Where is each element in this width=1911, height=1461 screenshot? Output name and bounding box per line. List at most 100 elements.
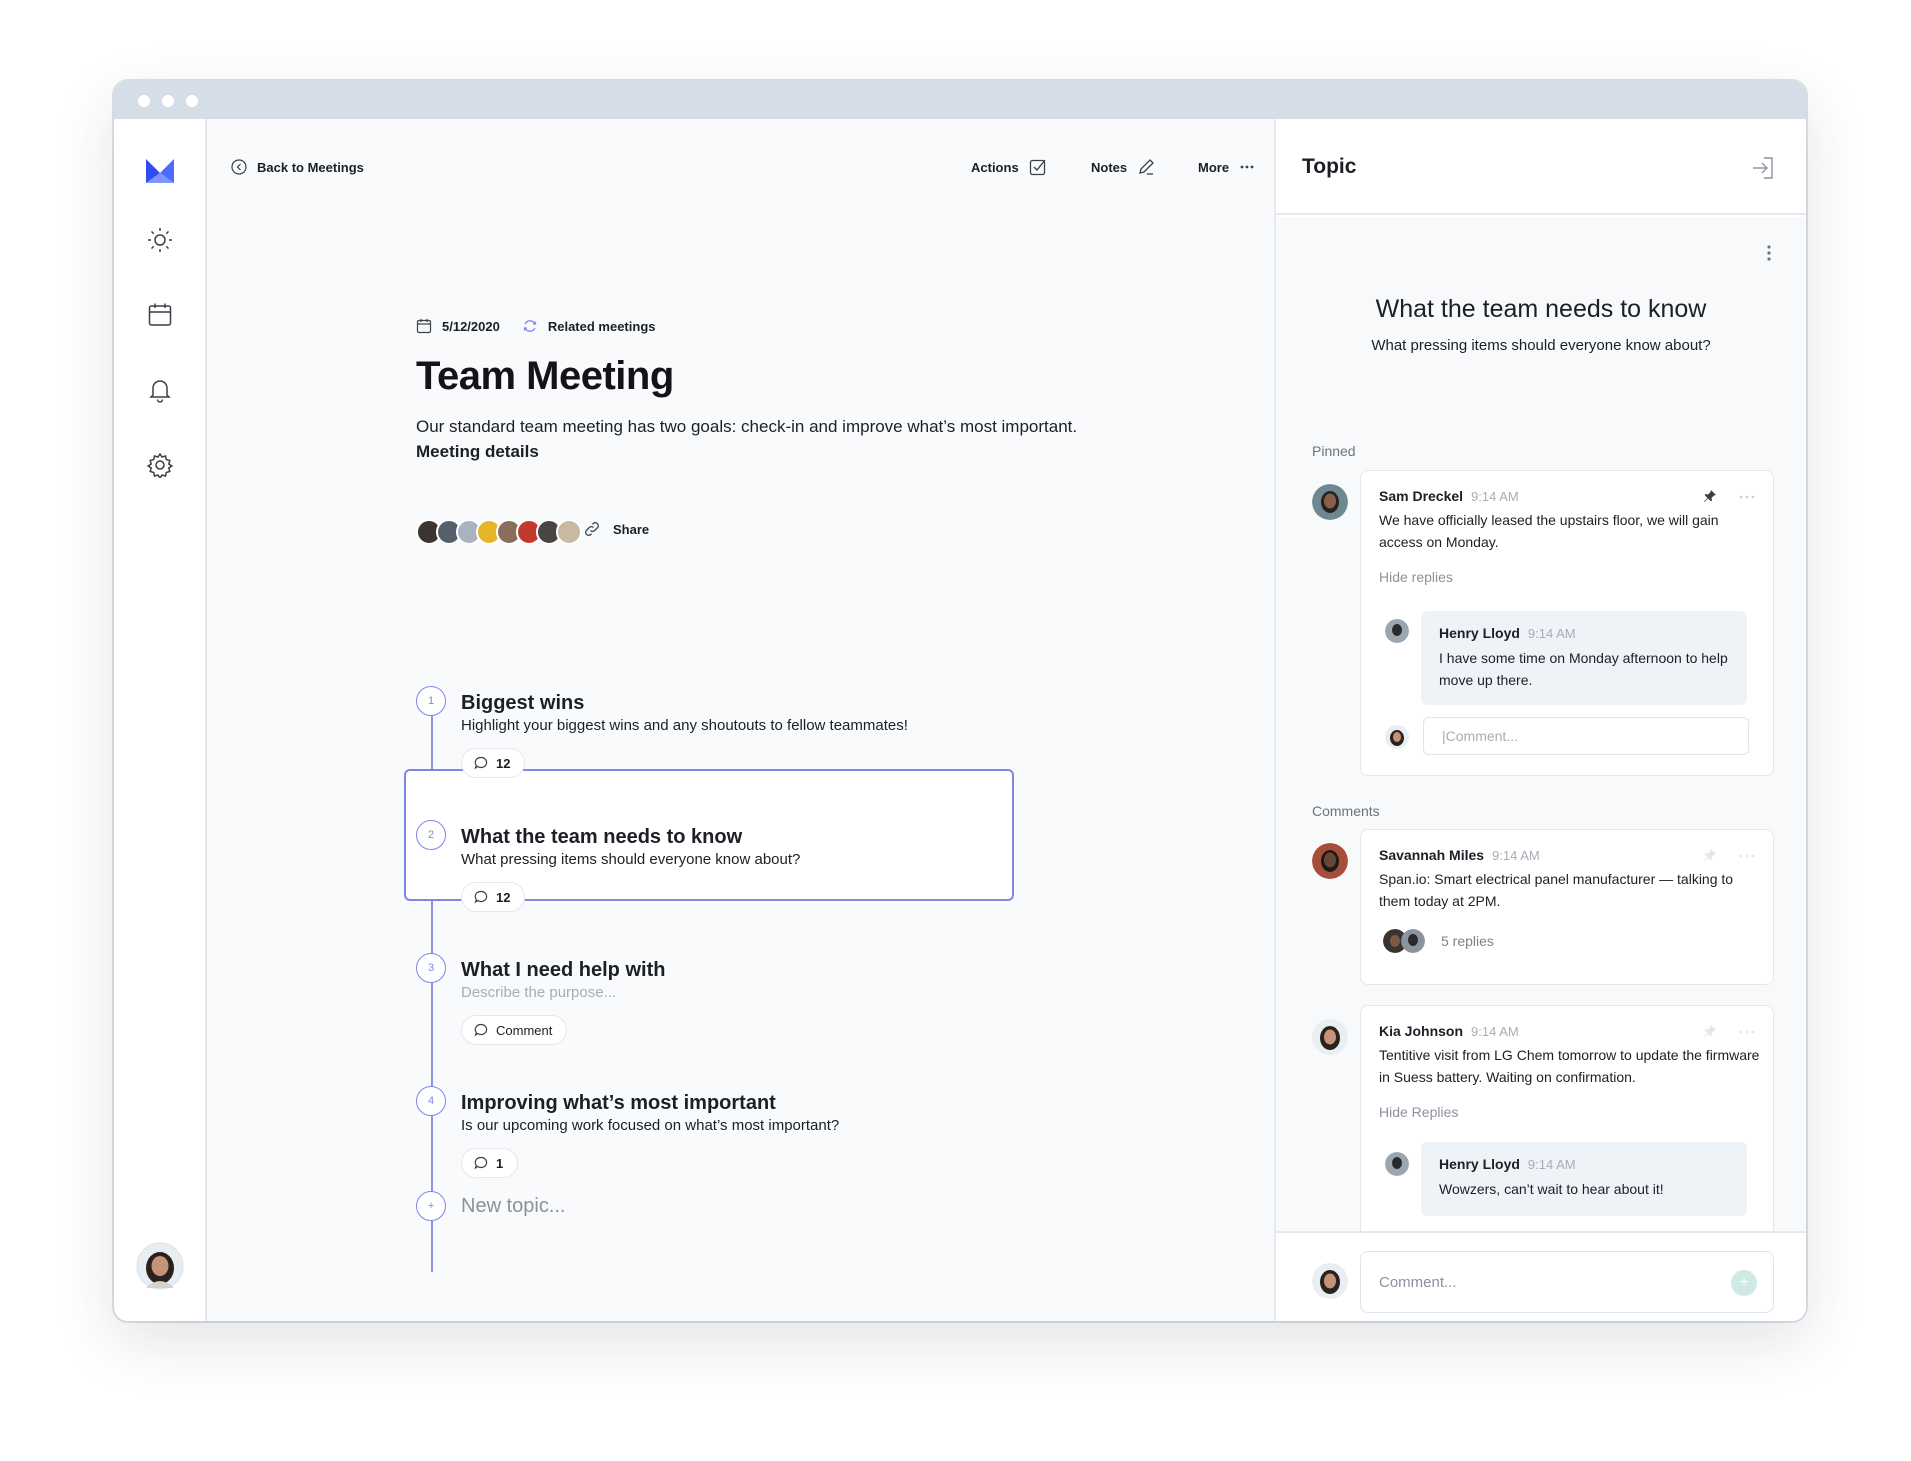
topic-subtitle: What pressing items should everyone know… (1371, 337, 1711, 354)
pin-icon[interactable] (1703, 489, 1717, 503)
comment-author: Sam Dreckel 9:14 AM (1379, 488, 1519, 504)
avatar (1401, 929, 1425, 953)
comment-text: Tentitive visit from LG Chem tomorrow to… (1379, 1047, 1760, 1085)
comment-time: 9:14 AM (1471, 489, 1519, 504)
hide-replies-link[interactable]: Hide Replies (1379, 1104, 1458, 1120)
topic-number: 3 (416, 953, 446, 983)
actions-label: Actions (971, 159, 1019, 175)
participant-avatars[interactable] (416, 519, 582, 545)
comment-time: 9:14 AM (1527, 1157, 1576, 1172)
window-dot-maximize[interactable] (186, 95, 198, 107)
meeting-date: 5/12/2020 (442, 318, 500, 334)
comment-count: 1 (496, 1155, 504, 1171)
meeting-meta: 5/12/2020 Related meetings (416, 318, 656, 334)
close-panel-icon[interactable] (1750, 155, 1776, 181)
comment-input[interactable]: Comment... + (1360, 1251, 1774, 1313)
topic-title: What the team needs to know (461, 826, 743, 848)
reply-text: Wowzers, can’t wait to hear about it! (1439, 1181, 1664, 1197)
replies-link[interactable]: 5 replies (1441, 933, 1494, 949)
app-window: Back to Meetings Actions Notes More 5/12… (114, 81, 1806, 1321)
comment-composer: Comment... + (1276, 1231, 1806, 1321)
share-button[interactable]: Share (583, 520, 649, 538)
panel-header: Topic (1276, 119, 1806, 215)
sidebar (114, 119, 207, 1321)
bell-icon[interactable] (144, 374, 176, 406)
kebab-menu-icon[interactable] (1766, 243, 1772, 263)
gear-icon[interactable] (144, 449, 176, 481)
meeting-details-link[interactable]: Meeting details (416, 442, 539, 461)
user-avatar[interactable] (136, 1242, 184, 1290)
app-logo-icon[interactable] (144, 155, 176, 187)
topic-description-placeholder[interactable]: Describe the purpose... (461, 984, 616, 1001)
checkbox-icon (1029, 159, 1046, 176)
avatar (556, 519, 582, 545)
reply-author: Henry Lloyd 9:14 AM (1439, 625, 1576, 641)
comment-count: 12 (496, 755, 511, 771)
meeting-main: Back to Meetings Actions Notes More 5/12… (207, 119, 1274, 1321)
window-dot-minimize[interactable] (162, 95, 174, 107)
add-comment-button[interactable]: Comment (461, 1015, 568, 1045)
topic-subtitle: Highlight your biggest wins and any shou… (461, 717, 908, 734)
sun-icon[interactable] (144, 224, 176, 256)
send-icon[interactable]: + (1731, 1270, 1757, 1296)
pin-icon[interactable] (1703, 848, 1717, 862)
hide-replies-link[interactable]: Hide replies (1379, 569, 1453, 585)
more-label: More (1198, 159, 1230, 175)
comment-card: Kia Johnson 9:14 AM Tentitive visit from … (1360, 1005, 1774, 1231)
author-name: Savannah Miles (1379, 847, 1485, 863)
actions-button[interactable]: Actions (971, 155, 1047, 179)
pin-icon[interactable] (1703, 1024, 1717, 1038)
new-topic-input[interactable]: New topic... (461, 1195, 565, 1218)
more-dots-icon[interactable] (1739, 495, 1755, 499)
calendar-icon[interactable] (144, 299, 176, 331)
link-icon (585, 522, 599, 536)
comment-time: 9:14 AM (1471, 1024, 1519, 1039)
notes-button[interactable]: Notes (1091, 155, 1155, 179)
comment-author: Kia Johnson 9:14 AM (1379, 1023, 1519, 1039)
topic-subtitle: Is our upcoming work focused on what’s m… (461, 1117, 840, 1134)
reply-bubble: Henry Lloyd 9:14 AM I have some time on M… (1421, 611, 1747, 705)
pinned-label: Pinned (1312, 443, 1356, 459)
more-dots-icon[interactable] (1739, 1030, 1755, 1034)
comment-icon (474, 890, 488, 904)
comment-count-button[interactable]: 12 (461, 748, 526, 778)
add-topic-icon[interactable]: + (416, 1191, 446, 1221)
window-titlebar (114, 81, 1806, 119)
reply-input[interactable]: |Comment... (1423, 717, 1749, 755)
avatar (1385, 619, 1409, 643)
panel-content[interactable]: What the team needs to know What pressin… (1276, 217, 1806, 1231)
back-to-meetings-link[interactable]: Back to Meetings (231, 155, 364, 179)
more-dots-icon[interactable] (1739, 854, 1755, 858)
more-button[interactable]: More (1198, 155, 1255, 179)
reply-bubble: Henry Lloyd 9:14 AM Wowzers, can’t wait t… (1421, 1142, 1747, 1216)
comment-icon (474, 756, 488, 770)
comment-icon (474, 1023, 488, 1037)
page-title: Team Meeting (416, 354, 674, 398)
description-text: Our standard team meeting has two goals:… (416, 417, 1078, 436)
refresh-icon (523, 320, 536, 332)
avatar (1385, 1152, 1409, 1176)
meeting-description: Our standard team meeting has two goals:… (416, 414, 1116, 464)
window-dot-close[interactable] (138, 95, 150, 107)
avatar (1385, 725, 1409, 749)
comment-count-button[interactable]: 1 (461, 1148, 519, 1178)
author-name: Henry Lloyd (1439, 1156, 1520, 1172)
comment-label: Comment (496, 1022, 553, 1038)
reply-text: I have some time on Monday afternoon to … (1439, 650, 1728, 688)
share-label: Share (613, 521, 650, 537)
panel-title: Topic (1302, 155, 1357, 178)
topic-title: What the team needs to know (1375, 295, 1707, 323)
comment-text: Span.io: Smart electrical panel manufact… (1379, 871, 1734, 909)
pencil-icon (1139, 159, 1155, 175)
related-meetings-link[interactable]: Related meetings (548, 319, 656, 334)
reply-author: Henry Lloyd 9:14 AM (1439, 1156, 1576, 1172)
topic-number: 1 (416, 686, 446, 716)
back-label: Back to Meetings (257, 159, 364, 175)
author-name: Henry Lloyd (1439, 625, 1520, 641)
pinned-comment-card: Sam Dreckel 9:14 AM We have officially le… (1360, 470, 1774, 776)
comment-count-button[interactable]: 12 (461, 882, 526, 912)
comment-time: 9:14 AM (1492, 848, 1540, 863)
comments-label: Comments (1312, 803, 1380, 819)
notes-label: Notes (1091, 159, 1128, 175)
topic-title: What I need help with (461, 959, 666, 981)
